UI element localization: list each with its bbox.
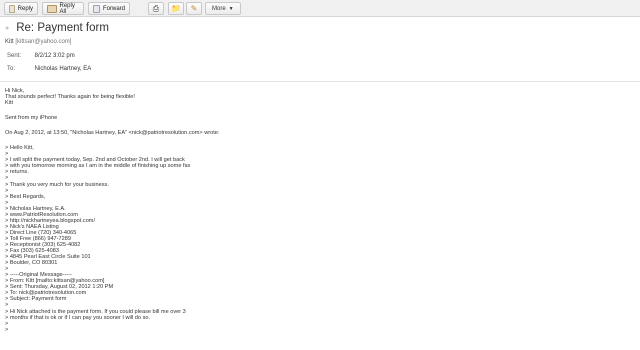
reply-button[interactable]: Reply	[4, 2, 38, 15]
header-divider	[0, 81, 640, 82]
chevron-down-icon: ▼	[228, 5, 234, 12]
edit-button[interactable]: ✎	[186, 2, 202, 15]
sent-value: 8/2/12 3:02 pm	[34, 53, 75, 59]
message-subject: Re: Payment form	[16, 22, 109, 34]
forward-icon	[93, 4, 100, 13]
print-icon: ⎙	[152, 3, 160, 13]
to-row: To: Nicholas Hartney, EA	[7, 66, 91, 72]
reply-icon	[9, 4, 15, 13]
reply-label: Reply	[17, 5, 33, 12]
body-line	[5, 136, 635, 145]
forward-label: Forward	[102, 5, 125, 12]
more-label: More	[212, 5, 226, 12]
sender-address: [kittsan@yahoo.com]	[15, 39, 72, 45]
reply-all-icon	[47, 4, 57, 13]
subject-row: ● Re: Payment form	[5, 22, 109, 34]
body-line: >	[5, 326, 9, 333]
reply-all-button[interactable]: Reply All	[42, 2, 84, 15]
flag-icon[interactable]: ●	[5, 25, 9, 32]
message-toolbar: Reply Reply All Forward ⎙ 📁 ✎ More ▼	[0, 0, 640, 17]
sent-row: Sent: 8/2/12 3:02 pm	[7, 53, 75, 59]
move-button[interactable]: 📁	[168, 2, 184, 15]
to-value: Nicholas Hartney, EA	[34, 66, 92, 72]
print-button[interactable]: ⎙	[148, 2, 164, 15]
body-line	[5, 121, 635, 130]
sent-label: Sent:	[7, 53, 22, 59]
edit-icon: ✎	[190, 3, 198, 13]
message-body: Hi Nick, That sounds perfect! Thanks agai…	[5, 88, 635, 333]
sender-name[interactable]: Kitt	[5, 39, 14, 45]
reply-all-label: Reply All	[59, 2, 75, 15]
to-label: To:	[7, 66, 16, 72]
forward-button[interactable]: Forward	[88, 2, 130, 15]
sender-line: Kitt [kittsan@yahoo.com]	[5, 39, 71, 45]
body-line	[5, 106, 635, 115]
folder-icon: 📁	[171, 3, 181, 13]
more-button[interactable]: More ▼	[205, 2, 241, 15]
